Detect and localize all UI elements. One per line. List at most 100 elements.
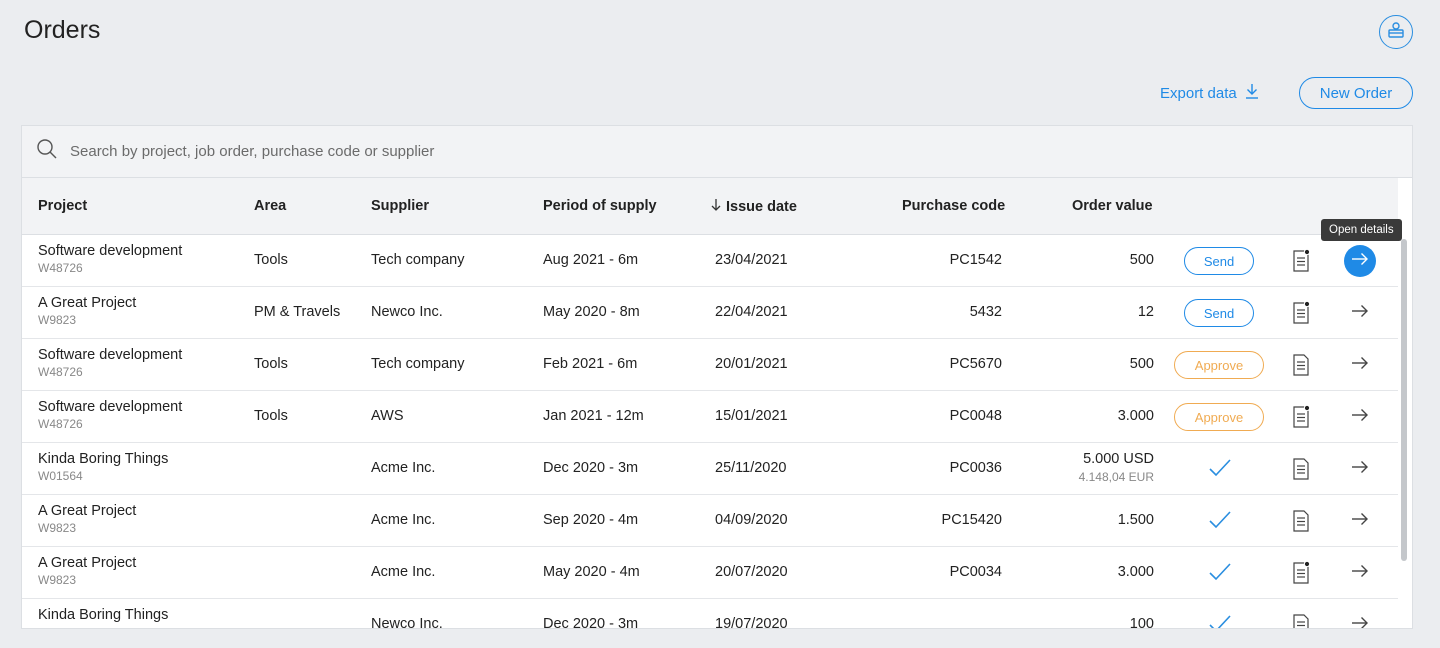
- arrow-right-icon: [1351, 252, 1369, 271]
- project-name: Kinda Boring Things: [38, 451, 169, 467]
- purchase-code-cell: PC1542: [949, 252, 1002, 268]
- order-value: 5.000 USD: [1083, 451, 1154, 467]
- supplier-cell: Newco Inc.: [371, 616, 443, 629]
- issue-date-cell: 20/07/2020: [715, 564, 788, 580]
- period-cell: Dec 2020 - 3m: [543, 460, 639, 476]
- job-order-code: W48726: [38, 417, 83, 431]
- table-row[interactable]: A Great Project W9823 PM & Travels Newco…: [22, 287, 1398, 339]
- order-document-icon[interactable]: [1292, 560, 1311, 590]
- header-purchase-code[interactable]: Purchase code: [902, 198, 1005, 214]
- header-issue-date-label: Issue date: [726, 199, 797, 215]
- sort-down-icon: [710, 198, 722, 216]
- table-row[interactable]: Software development W48726 Tools AWS Ja…: [22, 391, 1398, 443]
- orders-panel: Project Area Supplier Period of supply I…: [21, 125, 1413, 629]
- purchase-code-cell: PC0034: [949, 564, 1002, 580]
- project-name: A Great Project: [38, 295, 137, 311]
- arrow-right-icon: [1351, 616, 1369, 628]
- header-project[interactable]: Project: [38, 198, 87, 214]
- table-row[interactable]: Software development W48726 Tools Tech c…: [22, 235, 1398, 287]
- arrow-right-icon: [1351, 512, 1369, 531]
- table-row[interactable]: Software development W48726 Tools Tech c…: [22, 339, 1398, 391]
- order-value: 12: [1137, 304, 1154, 320]
- export-data-label: Export data: [1160, 84, 1237, 102]
- order-value: 1.500: [1117, 512, 1154, 528]
- open-details-button[interactable]: [1344, 401, 1376, 433]
- project-name: Kinda Boring Things: [38, 607, 169, 623]
- job-order-code: W9823: [38, 521, 77, 535]
- approve-button[interactable]: Approve: [1174, 351, 1264, 379]
- area-cell: Tools: [254, 252, 288, 268]
- open-details-button[interactable]: [1344, 557, 1376, 589]
- page-title: Orders: [24, 16, 101, 44]
- user-profile-button[interactable]: [1379, 15, 1413, 49]
- header-area[interactable]: Area: [254, 198, 286, 214]
- header-period[interactable]: Period of supply: [543, 198, 657, 214]
- new-order-button[interactable]: New Order: [1299, 77, 1413, 109]
- table-row[interactable]: A Great Project W9823 Acme Inc. May 2020…: [22, 547, 1398, 599]
- period-cell: May 2020 - 4m: [543, 564, 640, 580]
- order-document-icon[interactable]: [1292, 248, 1311, 278]
- open-details-button[interactable]: [1344, 245, 1376, 277]
- job-order-code: W01564: [38, 469, 83, 483]
- project-name: A Great Project: [38, 503, 137, 519]
- job-order-code: W48726: [38, 365, 83, 379]
- header-issue-date[interactable]: Issue date: [710, 198, 797, 216]
- search-bar: [22, 126, 1412, 178]
- project-name: Software development: [38, 347, 183, 363]
- arrow-right-icon: [1351, 408, 1369, 427]
- job-order-code: W9823: [38, 313, 77, 327]
- table-row[interactable]: Kinda Boring Things Newco Inc. Dec 2020 …: [22, 599, 1398, 629]
- order-value-converted: 4.148,04 EUR: [1078, 470, 1154, 484]
- project-name: A Great Project: [38, 555, 137, 571]
- supplier-cell: Tech company: [371, 356, 465, 372]
- table-row[interactable]: A Great Project W9823 Acme Inc. Sep 2020…: [22, 495, 1398, 547]
- table-header: Project Area Supplier Period of supply I…: [22, 178, 1398, 235]
- order-document-icon[interactable]: [1292, 404, 1311, 434]
- order-document-icon[interactable]: [1292, 353, 1310, 382]
- order-value: 3.000: [1117, 564, 1154, 580]
- project-cell: A Great Project W9823: [38, 295, 136, 327]
- issue-date-cell: 25/11/2020: [715, 460, 787, 476]
- order-document-icon[interactable]: [1292, 300, 1311, 330]
- scrollbar-thumb[interactable]: [1401, 239, 1407, 561]
- export-data-button[interactable]: Export data: [1160, 83, 1259, 103]
- purchase-code-cell: 5432: [969, 304, 1002, 320]
- order-value: 500: [1129, 356, 1154, 372]
- period-cell: Aug 2021 - 6m: [543, 252, 639, 268]
- project-cell: Kinda Boring Things: [38, 607, 168, 625]
- arrow-right-icon: [1351, 564, 1369, 583]
- area-cell: Tools: [254, 356, 288, 372]
- approved-check-icon: [1208, 614, 1232, 628]
- search-icon: [36, 138, 58, 165]
- period-cell: Feb 2021 - 6m: [543, 356, 638, 372]
- header-order-value[interactable]: Order value: [1072, 198, 1153, 214]
- period-cell: May 2020 - 8m: [543, 304, 640, 320]
- area-cell: Tools: [254, 408, 288, 424]
- header-supplier[interactable]: Supplier: [371, 198, 429, 214]
- open-details-button[interactable]: [1344, 297, 1376, 329]
- open-details-button[interactable]: [1344, 453, 1376, 485]
- order-document-icon[interactable]: [1292, 457, 1310, 486]
- order-value: 3.000: [1117, 408, 1154, 424]
- search-input[interactable]: [70, 143, 670, 160]
- open-details-button[interactable]: [1344, 349, 1376, 381]
- send-button[interactable]: Send: [1184, 299, 1254, 327]
- send-button[interactable]: Send: [1184, 247, 1254, 275]
- open-details-button[interactable]: [1344, 505, 1376, 537]
- open-details-button[interactable]: [1344, 609, 1376, 628]
- order-document-icon[interactable]: [1292, 509, 1310, 538]
- purchase-code-cell: PC0036: [949, 460, 1002, 476]
- project-cell: Software development W48726: [38, 243, 182, 275]
- period-cell: Sep 2020 - 4m: [543, 512, 639, 528]
- period-cell: Dec 2020 - 3m: [543, 616, 639, 629]
- order-document-icon[interactable]: [1292, 613, 1310, 628]
- issue-date-cell: 20/01/2021: [715, 356, 788, 372]
- supplier-cell: Newco Inc.: [371, 304, 443, 320]
- purchase-code-cell: PC15420: [941, 512, 1002, 528]
- table-row[interactable]: Kinda Boring Things W01564 Acme Inc. Dec…: [22, 443, 1398, 495]
- supplier-cell: Acme Inc.: [371, 512, 436, 528]
- approve-button[interactable]: Approve: [1174, 403, 1264, 431]
- area-cell: PM & Travels: [254, 304, 341, 320]
- project-name: Software development: [38, 243, 183, 259]
- project-cell: A Great Project W9823: [38, 555, 136, 587]
